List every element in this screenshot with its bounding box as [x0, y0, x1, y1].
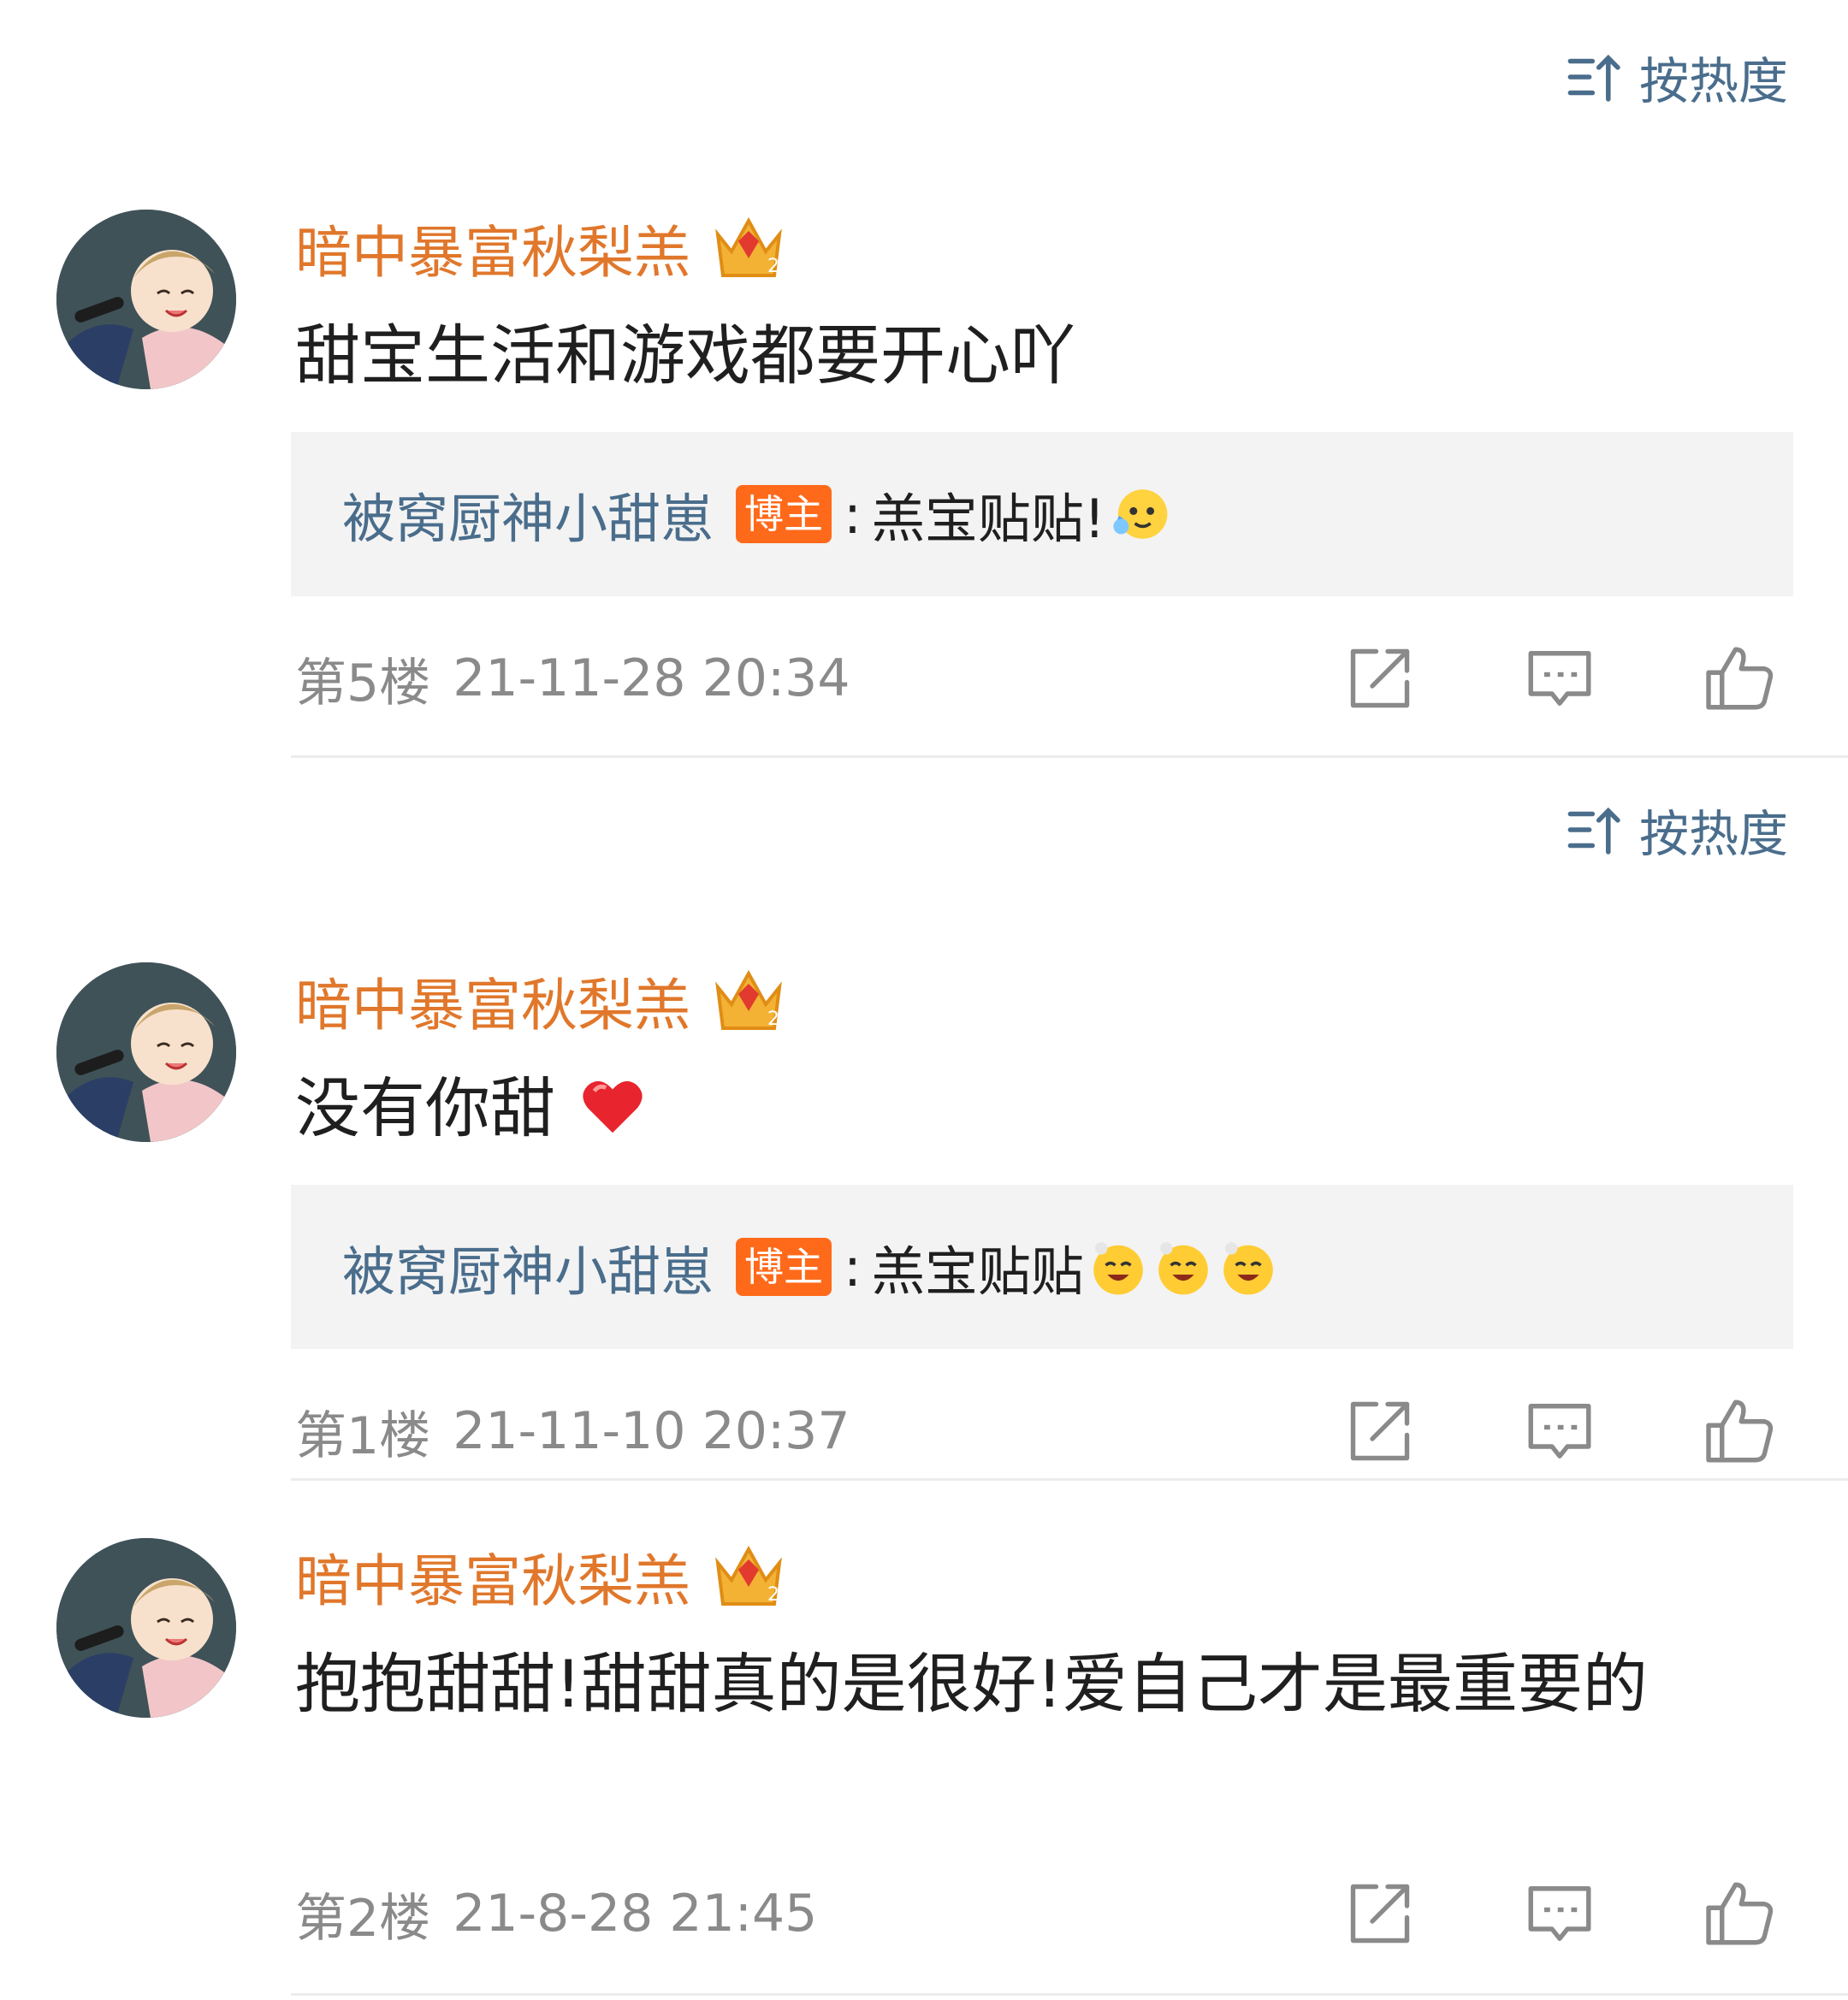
- comment-meta: 第2楼 21-8-28 21:45: [295, 1875, 817, 1952]
- avatar[interactable]: [56, 962, 236, 1142]
- floor-number: 第1楼: [295, 1405, 431, 1466]
- sort-by-hot-button[interactable]: 按热度: [1564, 791, 1788, 868]
- divider: [291, 1993, 1848, 1996]
- username-text: 暗中暴富秋梨羔: [295, 973, 690, 1038]
- sort-hot-icon: [1567, 54, 1620, 102]
- sort-label: 按热度: [1638, 52, 1788, 110]
- thumbs-up-icon: [1706, 1399, 1774, 1463]
- comment-meta: 第5楼 21-11-28 20:34: [295, 640, 850, 717]
- timestamp: 21-11-10 20:37: [453, 1401, 850, 1461]
- comment-text-body: 没有你甜: [295, 1070, 555, 1146]
- floor-number: 第5楼: [295, 653, 431, 713]
- share-button[interactable]: [1342, 640, 1419, 717]
- reply-button[interactable]: [1521, 1875, 1598, 1952]
- comment-meta: 第1楼 21-11-10 20:37: [295, 1393, 850, 1470]
- username[interactable]: 暗中暴富秋梨羔 2: [295, 210, 786, 287]
- username[interactable]: 暗中暴富秋梨羔 2: [295, 1538, 786, 1615]
- reply-author-name[interactable]: 被窝厨神小甜崽: [342, 1228, 714, 1305]
- crown-vip-icon: 2: [715, 969, 782, 1030]
- username[interactable]: 暗中暴富秋梨羔 2: [295, 962, 786, 1039]
- thumbs-up-icon: [1706, 647, 1774, 710]
- share-button[interactable]: [1342, 1875, 1419, 1952]
- share-icon: [1350, 1401, 1410, 1461]
- comment-text: 抱抱甜甜!甜甜真的是很好!爱自己才是最重要的: [295, 1646, 1648, 1722]
- username-text: 暗中暴富秋梨羔: [295, 220, 690, 286]
- comment-text: 没有你甜: [295, 1056, 1745, 1161]
- smile-emoji: [1093, 1242, 1143, 1295]
- reply-author-name[interactable]: 被窝厨神小甜崽: [342, 476, 714, 553]
- reply-text: 羔宝贴贴!: [871, 488, 1105, 550]
- divider: [291, 1478, 1848, 1481]
- reply-text: 羔宝贴贴: [871, 1240, 1084, 1303]
- like-button[interactable]: [1701, 1393, 1778, 1470]
- svg-text:2: 2: [767, 256, 779, 277]
- comment-icon: [1528, 1886, 1591, 1941]
- author-reply[interactable]: 被窝厨神小甜崽 博主 : 羔宝贴贴!: [291, 432, 1793, 596]
- reply-separator: :: [844, 482, 862, 546]
- comment-icon: [1528, 651, 1591, 706]
- svg-text:2: 2: [767, 1009, 779, 1030]
- reply-button[interactable]: [1521, 1393, 1598, 1470]
- reply-button[interactable]: [1521, 640, 1598, 717]
- author-reply[interactable]: 被窝厨神小甜崽 博主 : 羔宝贴贴: [291, 1185, 1793, 1349]
- comment-icon: [1528, 1404, 1591, 1459]
- floor-number: 第2楼: [295, 1888, 431, 1949]
- author-badge: 博主: [736, 485, 832, 543]
- heart-emoji: [583, 1080, 643, 1133]
- sort-by-hot-button[interactable]: 按热度: [1564, 38, 1788, 115]
- reply-separator: :: [844, 1235, 862, 1299]
- avatar[interactable]: [56, 1538, 236, 1718]
- share-button[interactable]: [1342, 1393, 1419, 1470]
- thumbs-up-icon: [1706, 1882, 1774, 1945]
- sort-label: 按热度: [1638, 805, 1788, 863]
- timestamp: 21-8-28 21:45: [453, 1884, 818, 1944]
- avatar[interactable]: [56, 210, 236, 389]
- hug-cry-emoji: [1113, 489, 1168, 539]
- timestamp: 21-11-28 20:34: [453, 648, 850, 708]
- author-badge: 博主: [736, 1238, 832, 1296]
- share-icon: [1350, 648, 1410, 708]
- like-button[interactable]: [1701, 640, 1778, 717]
- divider: [291, 755, 1848, 758]
- svg-text:2: 2: [767, 1584, 779, 1606]
- smile-emoji: [1158, 1242, 1208, 1295]
- sort-hot-icon: [1567, 807, 1620, 855]
- comment-text: 甜宝生活和游戏都要开心吖: [295, 317, 1075, 393]
- username-text: 暗中暴富秋梨羔: [295, 1548, 690, 1614]
- share-icon: [1350, 1884, 1410, 1944]
- like-button[interactable]: [1701, 1875, 1778, 1952]
- crown-vip-icon: 2: [715, 1545, 782, 1606]
- crown-vip-icon: 2: [715, 216, 782, 277]
- smile-emoji: [1223, 1242, 1273, 1295]
